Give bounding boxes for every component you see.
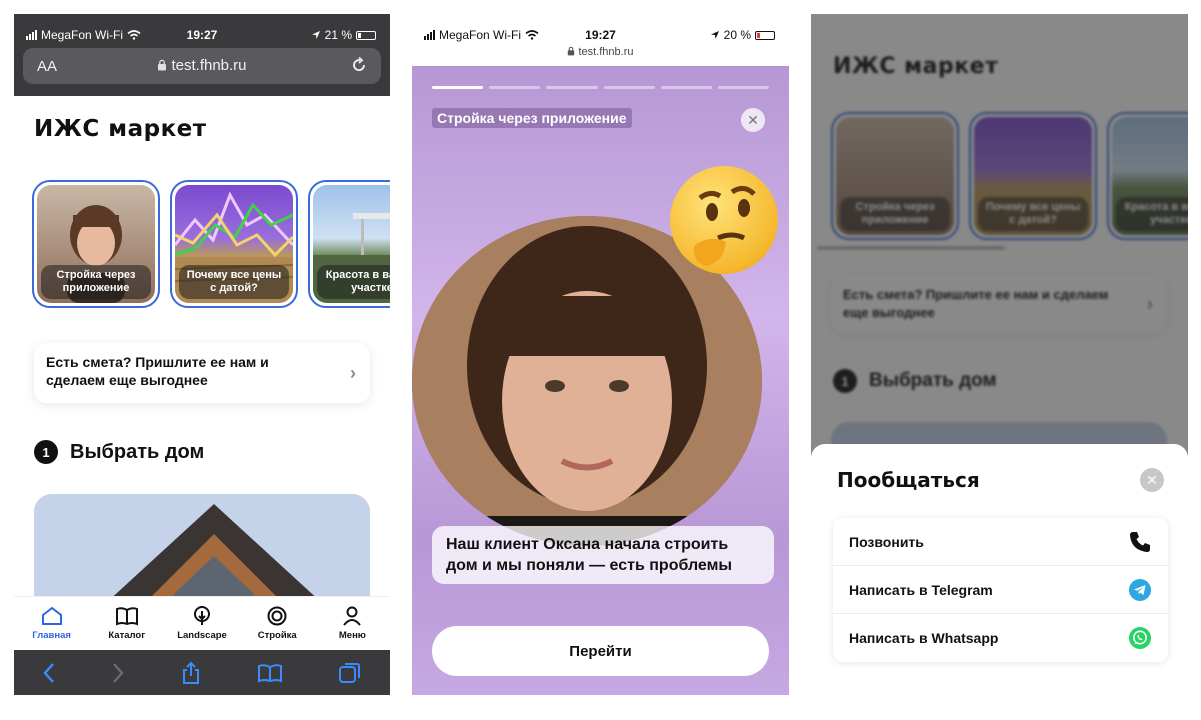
battery-icon	[755, 30, 775, 40]
home-screen: MegaFon Wi-Fi 19:27 21 % AA test.fhnb.ru…	[14, 14, 390, 695]
status-bar: MegaFon Wi-Fi 19:27 20 % test.fhnb.ru	[412, 14, 789, 66]
location-icon	[311, 31, 320, 39]
status-right: 20 %	[710, 28, 775, 42]
target-icon	[267, 606, 287, 626]
section-title: Выбрать дом	[70, 440, 205, 463]
location-icon	[710, 31, 719, 39]
tab-label: Landscape	[177, 630, 227, 641]
carrier: MegaFon Wi-Fi	[424, 28, 539, 42]
book-icon	[115, 607, 138, 626]
tab-home[interactable]: Главная	[14, 597, 89, 650]
reload-icon[interactable]	[349, 55, 369, 75]
home-icon	[41, 606, 62, 625]
story-caption-2: Почему все цены с датой?	[179, 265, 289, 299]
browser-chrome: MegaFon Wi-Fi 19:27 21 % AA test.fhnb.ru	[14, 14, 390, 96]
progress-segment	[660, 86, 712, 89]
story-card-1[interactable]: Стройка через приложение	[32, 180, 160, 308]
tabs-icon[interactable]	[338, 661, 362, 685]
wifi-icon	[127, 30, 141, 40]
contact-options: Позвонить Написать в Telegram Написать в…	[833, 518, 1168, 662]
tab-bar: Главная Каталог Landscape Стройка Меню	[14, 596, 390, 650]
chevron-right-icon: ›	[350, 363, 356, 383]
lock-icon	[158, 59, 167, 71]
address-bar[interactable]: AA test.fhnb.ru	[23, 48, 381, 84]
signal-icon	[424, 30, 435, 40]
url-value: test.fhnb.ru	[171, 57, 247, 74]
story-thumb: Почему все цены с датой?	[175, 185, 293, 303]
story-thumb: Красота в вашем участке	[313, 185, 390, 303]
lock-icon	[568, 46, 575, 56]
story-screen: MegaFon Wi-Fi 19:27 20 % test.fhnb.ru Ст…	[412, 14, 789, 695]
tab-construction[interactable]: Стройка	[240, 597, 315, 650]
thinking-face-icon	[693, 186, 756, 266]
whatsapp-option[interactable]: Написать в Whatsapp	[833, 614, 1168, 662]
call-option[interactable]: Позвонить	[833, 518, 1168, 566]
battery-icon	[356, 30, 376, 40]
tab-catalog[interactable]: Каталог	[89, 597, 164, 650]
story-caption-3: Красота в вашем участке	[317, 265, 390, 299]
contact-sheet: Пообщаться ✕ Позвонить Написать в Telegr…	[811, 444, 1188, 695]
tab-label: Меню	[338, 630, 366, 641]
url-text: test.fhnb.ru	[23, 57, 381, 74]
go-button[interactable]: Перейти	[432, 626, 769, 676]
option-label: Написать в Whatsapp	[849, 630, 999, 646]
signal-icon	[26, 30, 37, 40]
site-title: ИЖС маркет	[34, 116, 207, 142]
phone-icon	[1130, 531, 1150, 552]
story-progress	[432, 86, 770, 89]
thinking-emoji-icon	[670, 166, 778, 274]
safari-toolbar	[14, 650, 390, 695]
status-bar: MegaFon Wi-Fi 19:27 21 %	[14, 14, 390, 48]
promo-text: Есть смета? Пришлите ее нам и сделаем ещ…	[46, 354, 269, 388]
story-quote: Наш клиент Оксана начала строить дом и м…	[432, 526, 774, 584]
tab-label: Стройка	[257, 630, 297, 641]
close-icon[interactable]: ✕	[1140, 468, 1164, 492]
bookmarks-icon[interactable]	[257, 663, 283, 683]
estimate-promo-card[interactable]: Есть смета? Пришлите ее нам и сделаем ещ…	[34, 343, 370, 403]
tab-landscape[interactable]: Landscape	[164, 597, 239, 650]
stories-row: Стройка через приложение Почему все цены…	[32, 180, 390, 308]
clock: 19:27	[585, 28, 616, 42]
sheet-title: Пообщаться	[837, 468, 980, 492]
option-label: Написать в Telegram	[849, 581, 993, 598]
story-viewer[interactable]: Стройка через приложение ✕ Наш клиент Ок…	[412, 66, 789, 695]
battery-percent: 21 %	[324, 28, 352, 42]
progress-segment	[432, 86, 484, 89]
tree-icon	[194, 606, 210, 625]
section-header: 1 Выбрать дом	[34, 440, 204, 464]
story-card-2[interactable]: Почему все цены с датой?	[170, 180, 298, 308]
tab-label: Главная	[32, 630, 71, 641]
story-thumb: Стройка через приложение	[37, 185, 155, 303]
carrier-label: MegaFon Wi-Fi	[439, 28, 522, 42]
close-icon[interactable]: ✕	[741, 108, 765, 132]
progress-segment	[717, 86, 770, 89]
wifi-icon	[525, 30, 539, 40]
status-right: 21 %	[311, 28, 376, 42]
carrier: MegaFon Wi-Fi	[26, 28, 141, 42]
option-label: Позвонить	[849, 533, 924, 550]
story-card-3[interactable]: Красота в вашем участке	[308, 180, 390, 308]
whatsapp-icon	[1129, 627, 1151, 649]
url-text: test.fhnb.ru	[412, 46, 789, 58]
url-value: test.fhnb.ru	[578, 46, 634, 58]
telegram-icon	[1129, 578, 1151, 601]
progress-segment	[546, 86, 598, 89]
telegram-option[interactable]: Написать в Telegram	[833, 566, 1168, 614]
share-icon[interactable]	[181, 661, 201, 685]
forward-icon[interactable]	[111, 662, 125, 684]
progress-segment	[603, 86, 655, 89]
battery-percent: 20 %	[723, 28, 751, 42]
contact-sheet-screen: ИЖС маркет Стройка через приложение Поче…	[811, 14, 1188, 695]
step-number: 1	[34, 440, 58, 464]
carrier-label: MegaFon Wi-Fi	[41, 28, 124, 42]
story-caption-1: Стройка через приложение	[41, 265, 151, 299]
user-icon	[343, 606, 362, 626]
tab-menu[interactable]: Меню	[315, 597, 390, 650]
clock: 19:27	[186, 28, 218, 42]
tab-label: Каталог	[108, 630, 146, 641]
story-title: Стройка через приложение	[432, 108, 632, 128]
back-icon[interactable]	[42, 662, 56, 684]
progress-segment	[489, 86, 541, 89]
